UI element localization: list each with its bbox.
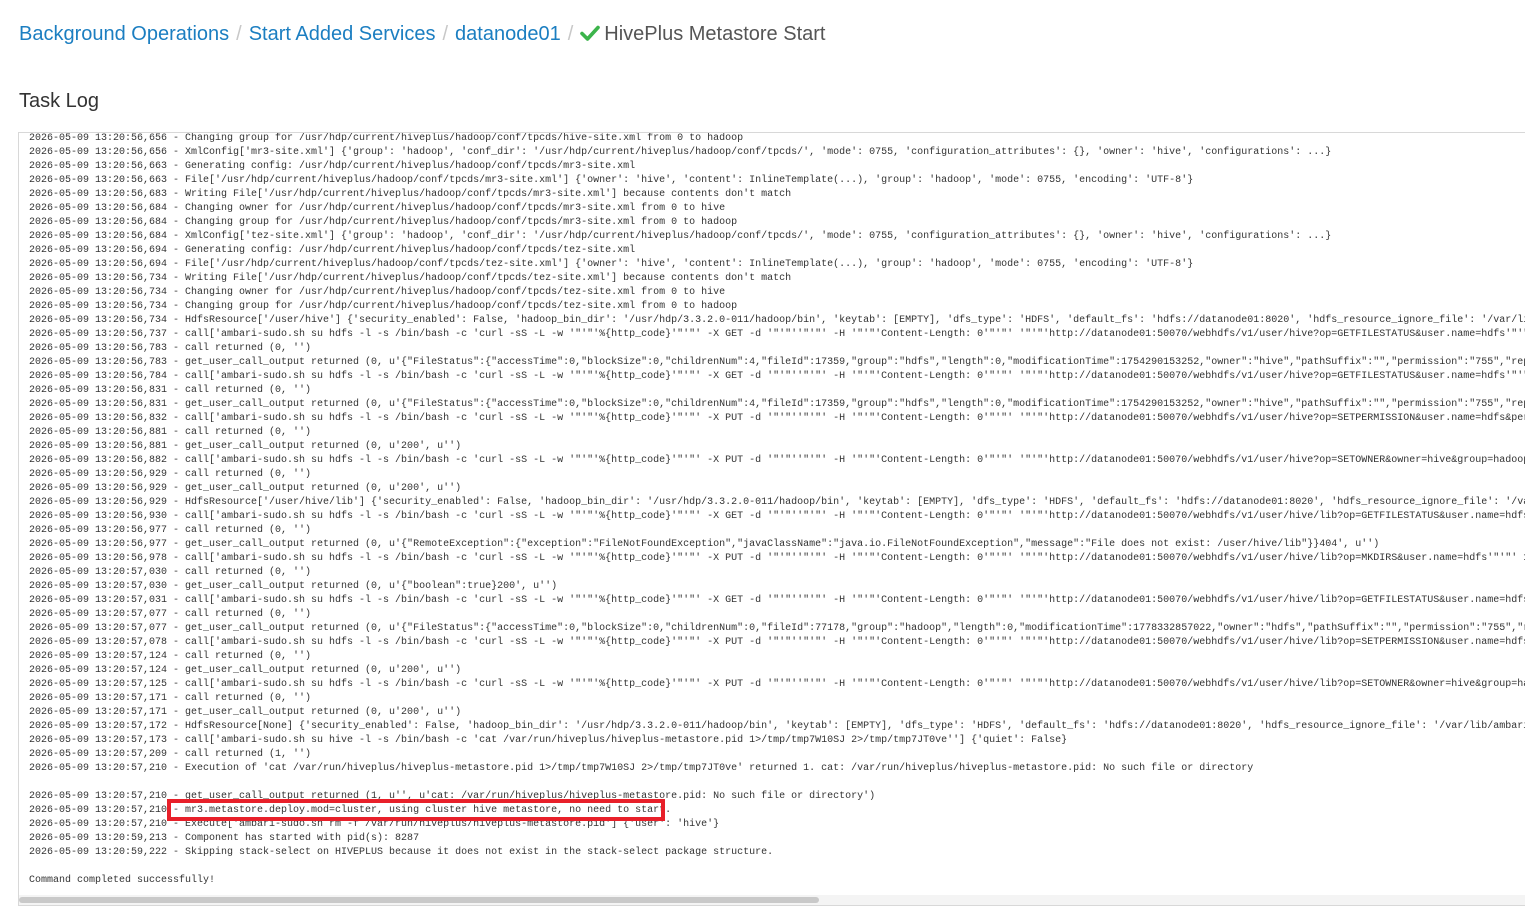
log-line: 2026-05-09 13:20:56,977 - call returned …	[29, 525, 312, 536]
breadcrumb-start-added-services[interactable]: Start Added Services	[249, 23, 436, 45]
log-line: 2026-05-09 13:20:57,209 - call returned …	[29, 749, 312, 760]
breadcrumb-separator: /	[567, 23, 574, 45]
log-line: 2026-05-09 13:20:59,222 - Skipping stack…	[29, 847, 774, 858]
log-line: 2026-05-09 13:20:56,656 - Changing group…	[29, 133, 744, 144]
log-line: 2026-05-09 13:20:56,783 - get_user_call_…	[29, 357, 1525, 368]
log-line: 2026-05-09 13:20:56,734 - HdfsResource['…	[29, 315, 1525, 326]
log-line: 2026-05-09 13:20:56,656 - XmlConfig['mr3…	[29, 147, 1332, 158]
log-line: 2026-05-09 13:20:57,125 - call['ambari-s…	[29, 679, 1525, 690]
log-line: 2026-05-09 13:20:56,930 - call['ambari-s…	[29, 511, 1525, 522]
log-line: 2026-05-09 13:20:56,784 - call['ambari-s…	[29, 371, 1525, 382]
task-log-panel[interactable]: 2026-05-09 13:20:56,656 - Changing group…	[18, 132, 1525, 906]
log-line: 2026-05-09 13:20:56,978 - call['ambari-s…	[29, 553, 1525, 564]
task-log-title: Task Log	[19, 90, 100, 112]
log-line: 2026-05-09 13:20:56,684 - XmlConfig['tez…	[29, 231, 1332, 242]
log-line: 2026-05-09 13:20:56,694 - Generating con…	[29, 245, 636, 256]
log-line: 2026-05-09 13:20:56,831 - call returned …	[29, 385, 312, 396]
log-line: Command completed successfully!	[29, 875, 216, 886]
log-line: 2026-05-09 13:20:56,737 - call['ambari-s…	[29, 329, 1525, 340]
log-line: 2026-05-09 13:20:57,077 - get_user_call_…	[29, 623, 1525, 634]
log-line: 2026-05-09 13:20:56,734 - Changing group…	[29, 301, 738, 312]
scrollbar-thumb[interactable]	[19, 897, 819, 903]
log-line: 2026-05-09 13:20:57,124 - call returned …	[29, 651, 312, 662]
log-line: 2026-05-09 13:20:56,929 - call returned …	[29, 469, 312, 480]
log-line: 2026-05-09 13:20:57,030 - call returned …	[29, 567, 312, 578]
check-icon	[580, 23, 601, 51]
breadcrumb-separator: /	[442, 23, 449, 45]
log-line: 2026-05-09 13:20:57,171 - get_user_call_…	[29, 707, 462, 718]
log-line: 2026-05-09 13:20:57,124 - get_user_call_…	[29, 665, 462, 676]
log-line: 2026-05-09 13:20:56,832 - call['ambari-s…	[29, 413, 1525, 424]
log-line: 2026-05-09 13:20:57,210 - Execute['ambar…	[29, 819, 720, 830]
log-line: 2026-05-09 13:20:56,694 - File['/usr/hdp…	[29, 259, 1194, 270]
log-line: 2026-05-09 13:20:56,977 - get_user_call_…	[29, 539, 1380, 550]
task-log-text: 2026-05-09 13:20:56,656 - Changing group…	[29, 133, 1525, 888]
log-line: 2026-05-09 13:20:56,683 - Writing File['…	[29, 189, 792, 200]
log-line: 2026-05-09 13:20:56,881 - get_user_call_…	[29, 441, 462, 452]
horizontal-scrollbar[interactable]	[19, 895, 1525, 905]
log-line: 2026-05-09 13:20:57,077 - call returned …	[29, 609, 312, 620]
log-line: 2026-05-09 13:20:57,078 - call['ambari-s…	[29, 637, 1525, 648]
breadcrumb-host-datanode01[interactable]: datanode01	[455, 23, 561, 45]
log-line: 2026-05-09 13:20:57,171 - call returned …	[29, 693, 312, 704]
breadcrumb: Background Operations / Start Added Servic…	[19, 20, 825, 48]
log-line: 2026-05-09 13:20:57,030 - get_user_call_…	[29, 581, 558, 592]
log-line: 2026-05-09 13:20:56,783 - call returned …	[29, 343, 312, 354]
log-line: 2026-05-09 13:20:56,929 - get_user_call_…	[29, 483, 462, 494]
log-line: 2026-05-09 13:20:56,882 - call['ambari-s…	[29, 455, 1525, 466]
log-line: 2026-05-09 13:20:57,210 - Execution of '…	[29, 763, 1254, 774]
breadcrumb-separator: /	[236, 23, 242, 45]
log-line: 2026-05-09 13:20:57,210 - mr3.metastore.…	[29, 805, 672, 816]
log-line: 2026-05-09 13:20:56,831 - get_user_call_…	[29, 399, 1525, 410]
log-line: 2026-05-09 13:20:56,734 - Changing owner…	[29, 287, 726, 298]
log-line: 2026-05-09 13:20:57,031 - call['ambari-s…	[29, 595, 1525, 606]
log-line: 2026-05-09 13:20:56,684 - Changing group…	[29, 217, 738, 228]
log-line: 2026-05-09 13:20:57,210 - get_user_call_…	[29, 791, 876, 802]
log-line: 2026-05-09 13:20:56,734 - Writing File['…	[29, 273, 792, 284]
log-line: 2026-05-09 13:20:56,881 - call returned …	[29, 427, 312, 438]
log-line: 2026-05-09 13:20:56,663 - Generating con…	[29, 161, 636, 172]
log-line: 2026-05-09 13:20:57,172 - HdfsResource[N…	[29, 721, 1525, 732]
log-line: 2026-05-09 13:20:56,929 - HdfsResource['…	[29, 497, 1525, 508]
breadcrumb-background-operations[interactable]: Background Operations	[19, 23, 229, 45]
breadcrumb-current-task: HivePlus Metastore Start	[604, 23, 826, 45]
log-line: 2026-05-09 13:20:56,663 - File['/usr/hdp…	[29, 175, 1194, 186]
log-line: 2026-05-09 13:20:57,173 - call['ambari-s…	[29, 735, 1068, 746]
log-line: 2026-05-09 13:20:59,213 - Component has …	[29, 833, 420, 844]
log-line: 2026-05-09 13:20:56,684 - Changing owner…	[29, 203, 726, 214]
